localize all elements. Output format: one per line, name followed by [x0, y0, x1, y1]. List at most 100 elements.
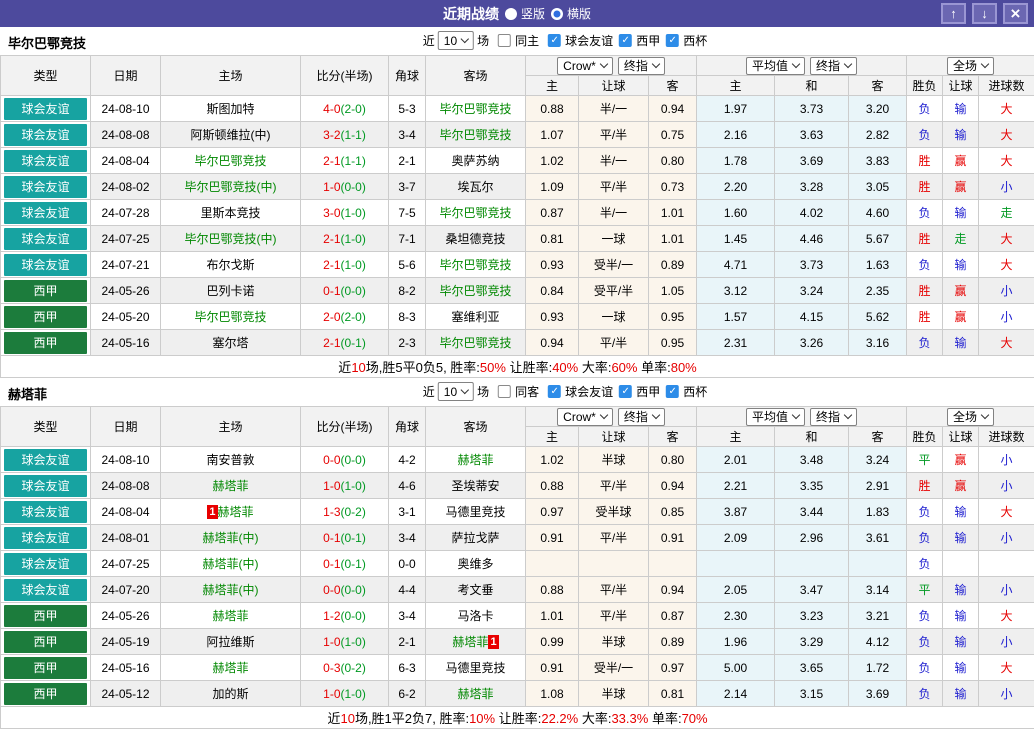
asian-odds-cell: 0.85	[647, 498, 698, 525]
layout-vertical-radio[interactable]: 竖版	[504, 5, 545, 22]
summary-part: 大率:	[578, 711, 612, 726]
league-cup-checkbox[interactable]	[666, 34, 680, 47]
euro-final-value: 终指	[816, 410, 841, 424]
result-cell: 小	[978, 303, 1034, 330]
summary-part: 40%	[552, 360, 579, 375]
corner-cell: 8-2	[388, 277, 426, 304]
euro-odds-cell: 4.71	[696, 251, 776, 278]
result-cell: 赢	[942, 472, 980, 499]
full-time-score: 2-1	[323, 153, 341, 168]
away-team: 奥维多	[425, 550, 526, 577]
euro-odds-cell: 2.01	[696, 446, 776, 473]
close-icon	[1011, 5, 1021, 22]
team-name: 赫塔菲(中)	[202, 583, 259, 597]
half-time-score: (0-0)	[340, 179, 366, 194]
euro-final-select[interactable]: 终指	[810, 407, 858, 426]
score-cell: 2-1(1-0)	[300, 225, 389, 252]
red-card-badge: 1	[207, 505, 218, 519]
away-team: 考文垂	[425, 576, 526, 603]
result-cell: 小	[978, 277, 1034, 304]
result-cell: 大	[978, 498, 1034, 525]
match-count-value: 10	[443, 384, 458, 399]
col-home: 主场	[160, 55, 301, 96]
euro-odds-cell: 3.14	[848, 576, 908, 603]
match-count-select[interactable]: 10	[437, 382, 475, 401]
team-name: 赫塔菲	[452, 635, 489, 649]
summary-part: 让胜率:	[505, 360, 553, 375]
euro-odds-cell	[696, 550, 776, 577]
result-cell: 负	[906, 498, 944, 525]
chevron-down-icon	[651, 59, 661, 69]
full-time-score: 0-1	[323, 530, 341, 545]
col-corner: 角球	[388, 406, 426, 447]
asian-odds-cell: 1.01	[525, 602, 579, 629]
match-date: 24-08-10	[90, 95, 161, 122]
odds-final-select[interactable]: 终指	[617, 407, 665, 426]
odds-source-select[interactable]: Crow*	[557, 56, 613, 75]
full-time-score: 0-1	[323, 556, 341, 571]
close-button[interactable]	[1003, 3, 1028, 24]
league-type-cell: 西甲	[0, 329, 91, 356]
away-team: 毕尔巴鄂竞技	[425, 329, 526, 356]
league-type-badge: 球会友谊	[4, 123, 87, 146]
same-venue-checkbox[interactable]	[498, 385, 512, 398]
match-count-select[interactable]: 10	[437, 31, 475, 50]
summary-part: 22.2%	[541, 711, 579, 726]
league-friendly-checkbox[interactable]	[548, 385, 562, 398]
away-team: 马德里竞技	[425, 498, 526, 525]
chevron-down-icon	[460, 385, 470, 395]
average-select[interactable]: 平均值	[746, 407, 806, 426]
euro-odds-cell: 2.20	[696, 173, 776, 200]
summary-text: 近10场,胜5平0负5, 胜率:50% 让胜率:40% 大率:60% 单率:80…	[0, 355, 1034, 378]
league-type-badge: 球会友谊	[4, 500, 87, 523]
team-name: 毕尔巴鄂竞技	[8, 36, 87, 51]
odds-final-select[interactable]: 终指	[617, 56, 665, 75]
result-cell: 负	[906, 550, 944, 577]
league-type-cell: 西甲	[0, 628, 91, 655]
score-cell: 1-0(1-0)	[300, 628, 389, 655]
asian-odds-cell: 0.97	[525, 498, 579, 525]
col-res-goals: 进球数	[978, 75, 1034, 96]
asian-odds-cell: 0.89	[647, 251, 698, 278]
average-select[interactable]: 平均值	[746, 56, 806, 75]
asian-odds-cell: 0.80	[647, 446, 698, 473]
col-type: 类型	[0, 406, 91, 447]
col-corner: 角球	[388, 55, 426, 96]
odds-source-select[interactable]: Crow*	[557, 407, 613, 426]
league-laliga-checkbox[interactable]	[619, 34, 633, 47]
league-cup-checkbox[interactable]	[666, 385, 680, 398]
score-cell: 3-0(1-0)	[300, 199, 389, 226]
asian-odds-cell: 半/一	[578, 95, 649, 122]
league-type-cell: 球会友谊	[0, 498, 91, 525]
euro-final-select[interactable]: 终指	[810, 56, 858, 75]
asian-odds-cell: 0.75	[647, 121, 698, 148]
summary-part: 单率:	[637, 360, 671, 375]
result-group: 全场	[906, 406, 1034, 427]
league-type-badge: 球会友谊	[4, 97, 87, 120]
league-friendly-checkbox[interactable]	[548, 34, 562, 47]
summary-part: 近	[338, 360, 352, 375]
half-time-score: (0-0)	[340, 452, 366, 467]
euro-odds-cell: 2.09	[696, 524, 776, 551]
half-time-score: (1-0)	[340, 205, 366, 220]
result-cell	[942, 550, 980, 577]
scope-select[interactable]: 全场	[947, 407, 995, 426]
near-label: 近	[422, 34, 435, 48]
scope-select[interactable]: 全场	[947, 56, 995, 75]
result-cell: 大	[978, 329, 1034, 356]
layout-horizontal-radio[interactable]: 横版	[551, 5, 591, 22]
match-row: 球会友谊 24-08-02 毕尔巴鄂竞技(中) 1-0(0-0) 3-7 埃瓦尔 1.09 平…	[0, 173, 1034, 200]
result-cell: 输	[942, 628, 980, 655]
col-avg-away: 客	[848, 75, 908, 96]
asian-odds-cell: 1.02	[525, 446, 579, 473]
corner-cell: 3-1	[388, 498, 426, 525]
vertical-radio-label: 竖版	[520, 7, 545, 21]
full-time-score: 0-1	[323, 283, 341, 298]
move-down-button[interactable]	[972, 3, 997, 24]
summary-row: 近10场,胜1平2负7, 胜率:10% 让胜率:22.2% 大率:33.3% 单…	[0, 706, 1034, 729]
same-venue-checkbox[interactable]	[498, 34, 512, 47]
league-laliga-checkbox[interactable]	[619, 385, 633, 398]
filter-bar: 近 10 场 同客 球会友谊 西甲 西杯	[423, 382, 707, 401]
move-up-button[interactable]	[941, 3, 966, 24]
corner-cell: 5-3	[388, 95, 426, 122]
